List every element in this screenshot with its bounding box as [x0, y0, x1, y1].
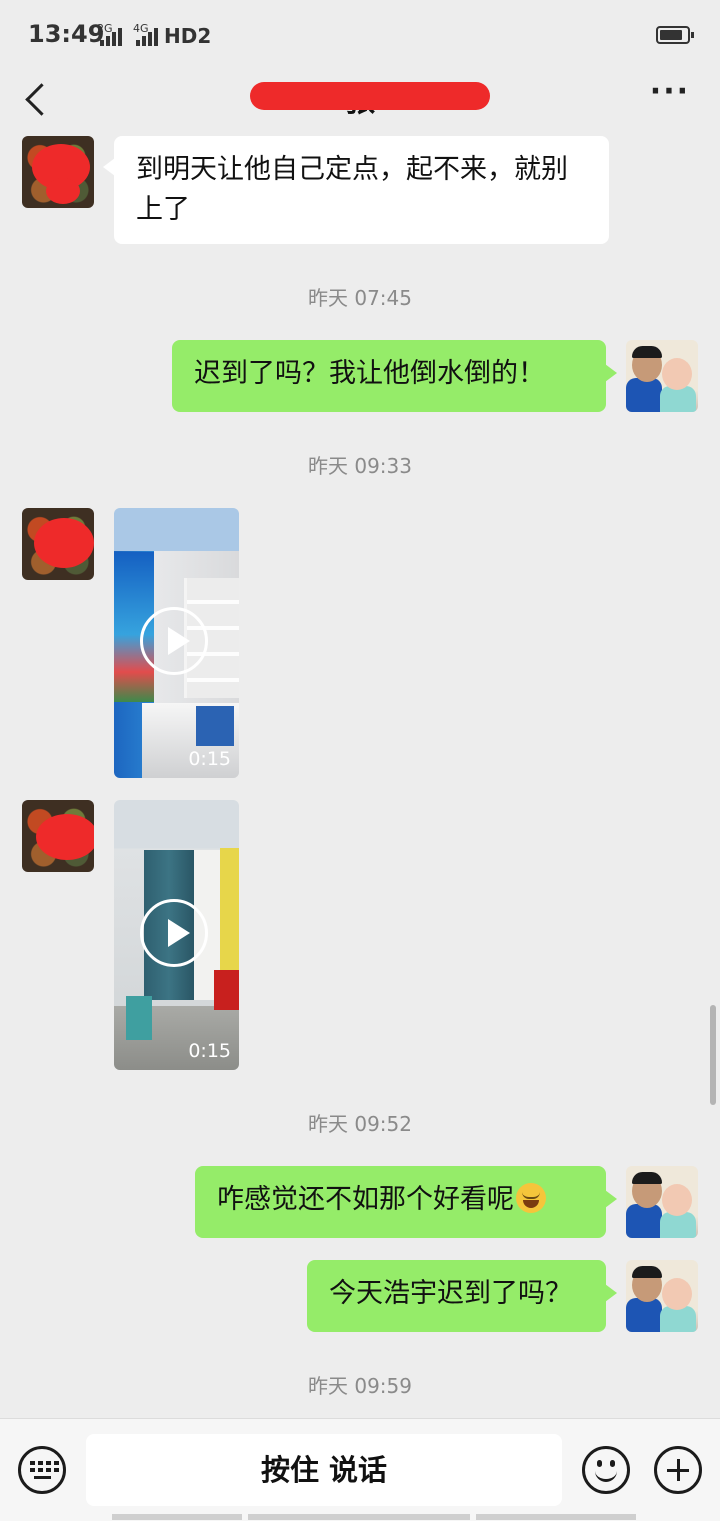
avatar-figure — [632, 1266, 662, 1302]
message-timestamp: 昨天 09:59 — [308, 1374, 412, 1398]
avatar-figure — [662, 1184, 692, 1216]
status-time: 13:49 — [28, 20, 105, 48]
my-avatar[interactable] — [626, 1260, 698, 1332]
signal-2-icon — [136, 26, 158, 46]
video-duration: 0:15 — [188, 748, 231, 770]
contact-avatar[interactable] — [22, 800, 94, 872]
avatar-redaction-mark — [46, 178, 80, 204]
avatar-figure — [632, 1172, 662, 1208]
nav-indicator — [248, 1514, 470, 1520]
avatar-redaction-mark — [34, 518, 94, 568]
avatar-figure — [662, 1278, 692, 1310]
title-redaction-mark — [250, 82, 490, 110]
avatar-figure — [626, 378, 662, 412]
input-bar: 按住 说话 — [0, 1418, 720, 1521]
emoji-icon[interactable] — [582, 1446, 630, 1494]
message-text: 咋感觉还不如那个好看呢 — [217, 1184, 514, 1215]
avatar-figure — [626, 1298, 662, 1332]
more-options-icon[interactable]: ··· — [650, 77, 690, 107]
contact-avatar[interactable] — [22, 508, 94, 580]
outgoing-message-bubble[interactable]: 今天浩宇迟到了吗？ — [307, 1260, 617, 1332]
my-avatar[interactable] — [626, 1166, 698, 1238]
play-icon[interactable] — [140, 607, 208, 675]
video-message[interactable]: 0:15 — [114, 508, 239, 778]
contact-avatar[interactable] — [22, 136, 94, 208]
chat-header: 张 ··· — [0, 62, 720, 136]
outgoing-message-bubble[interactable]: 迟到了吗？我让他倒水倒的！ — [172, 340, 617, 412]
outgoing-message-bubble[interactable]: 咋感觉还不如那个好看呢 — [195, 1166, 617, 1238]
video-thumbnail-detail — [126, 996, 152, 1040]
message-timestamp: 昨天 09:52 — [308, 1112, 412, 1136]
status-bar: 13:49 2G 4G HD2 — [0, 0, 720, 70]
hold-to-talk-button[interactable]: 按住 说话 — [86, 1434, 562, 1506]
video-duration: 0:15 — [188, 1040, 231, 1062]
play-icon[interactable] — [140, 899, 208, 967]
message-timestamp: 昨天 07:45 — [308, 286, 412, 310]
avatar-redaction-mark — [36, 814, 94, 860]
avatar-figure — [662, 358, 692, 390]
avatar-figure — [626, 1204, 662, 1238]
signal-1-icon — [100, 26, 122, 46]
laughing-crying-emoji-icon — [516, 1183, 546, 1213]
video-message[interactable]: 0:15 — [114, 800, 239, 1070]
add-icon[interactable] — [654, 1446, 702, 1494]
incoming-message-bubble[interactable]: 到明天让他自己定点，起不来，就别上了 — [103, 136, 609, 244]
battery-icon — [656, 26, 694, 44]
message-timestamp: 昨天 09:33 — [308, 454, 412, 478]
nav-indicator — [112, 1514, 242, 1520]
scrollbar[interactable] — [710, 1005, 716, 1105]
nav-indicator — [476, 1514, 636, 1520]
hd-voice-label: HD2 — [164, 24, 212, 48]
video-thumbnail-detail — [214, 970, 239, 1010]
avatar-figure — [632, 346, 662, 382]
my-avatar[interactable] — [626, 340, 698, 412]
keyboard-icon[interactable] — [18, 1446, 66, 1494]
video-thumbnail-detail — [196, 706, 234, 746]
